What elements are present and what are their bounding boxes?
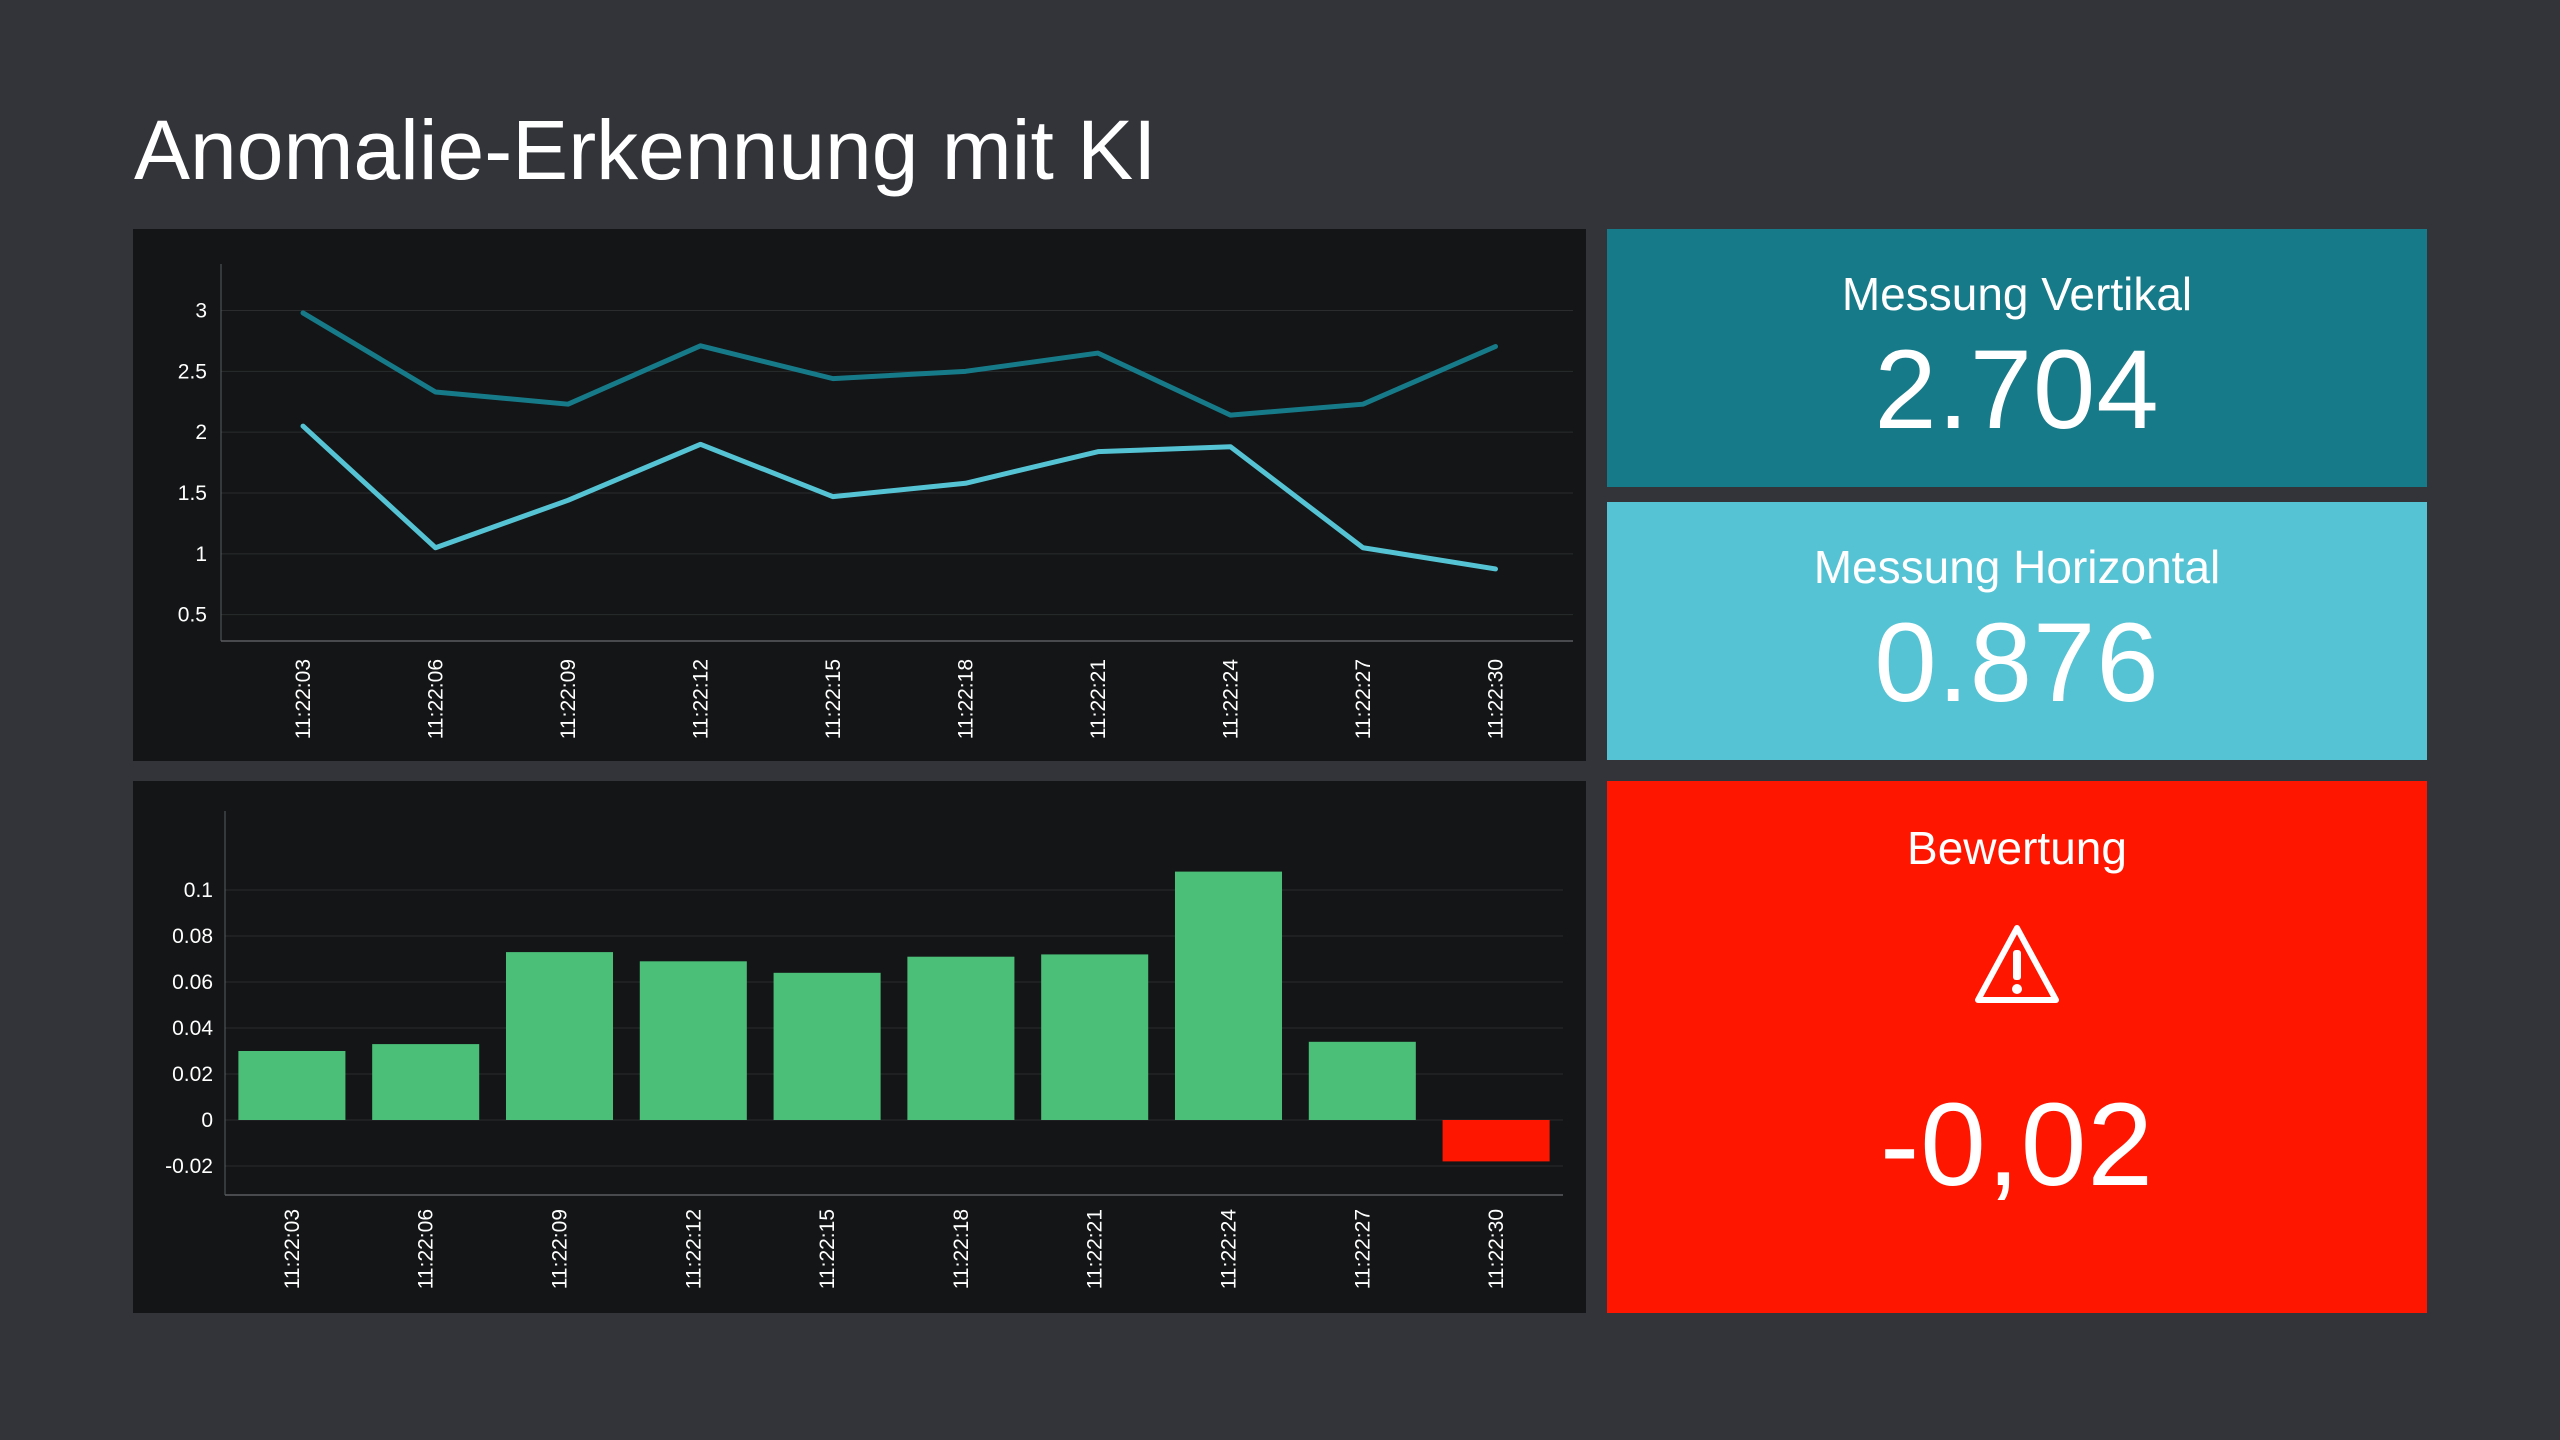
x-tick-label: 11:22:03 — [292, 659, 315, 739]
y-tick-label: -0.02 — [165, 1155, 213, 1178]
x-tick-label: 11:22:15 — [822, 659, 845, 739]
y-tick-label: 0.04 — [172, 1017, 213, 1040]
y-tick-label: 0.06 — [172, 971, 213, 994]
line-chart-panel: 0.5 1 1.5 2 2.5 3 11:22:03 11:22:06 11:22:09 11:2… — [133, 229, 1586, 761]
tile-vertical-measurement: Messung Vertikal 2.704 — [1607, 229, 2427, 487]
x-tick-label: 11:22:27 — [1352, 659, 1375, 739]
bar — [1041, 954, 1149, 1120]
bar — [639, 961, 747, 1120]
warning-icon — [1975, 924, 2059, 1003]
bar-chart-panel: -0.02 0 0.02 0.04 0.06 0.08 0.1 11:22:03 11:22:0… — [133, 781, 1586, 1313]
x-tick-label: 11:22:21 — [1087, 659, 1110, 739]
x-tick-label: 11:22:27 — [1351, 1209, 1374, 1289]
tile-horizontal-value: 0.876 — [1874, 599, 2160, 725]
tile-horizontal-label: Messung Horizontal — [1813, 541, 2221, 593]
line-chart: 0.5 1 1.5 2 2.5 3 11:22:03 11:22:06 11:22:09 11:2… — [178, 264, 1573, 740]
x-tick-label: 11:22:06 — [415, 1209, 438, 1289]
tile-rating-label: Bewertung — [1907, 822, 2127, 874]
x-tick-label: 11:22:30 — [1485, 1209, 1508, 1289]
y-tick-label: 1 — [195, 543, 207, 566]
x-tick-label: 11:22:12 — [682, 1209, 705, 1289]
tile-horizontal-measurement: Messung Horizontal 0.876 — [1607, 502, 2427, 760]
x-tick-label: 11:22:30 — [1485, 659, 1508, 739]
tile-vertical-label: Messung Vertikal — [1841, 268, 2193, 320]
x-tick-label: 11:22:09 — [549, 1209, 572, 1289]
bar — [773, 972, 881, 1120]
y-tick-label: 0.08 — [172, 925, 213, 948]
x-tick-label: 11:22:18 — [955, 659, 978, 739]
x-tick-label: 11:22:15 — [816, 1209, 839, 1289]
bar — [505, 952, 614, 1120]
bar — [372, 1044, 480, 1120]
x-tick-label: 11:22:03 — [281, 1209, 304, 1289]
series-line-1 — [300, 310, 1498, 418]
x-tick-label: 11:22:24 — [1218, 1209, 1241, 1290]
bar — [1442, 1120, 1550, 1162]
bar-chart: -0.02 0 0.02 0.04 0.06 0.08 0.1 11:22:03 11:22:0… — [165, 811, 1563, 1290]
x-tick-label: 11:22:21 — [1084, 1209, 1107, 1289]
bar — [1174, 871, 1283, 1120]
bar — [1308, 1041, 1416, 1120]
x-tick-label: 11:22:12 — [690, 659, 713, 739]
x-tick-label: 11:22:18 — [950, 1209, 973, 1289]
series-line-2 — [300, 423, 1498, 572]
bar — [238, 1051, 346, 1120]
y-tick-label: 0.1 — [184, 879, 213, 902]
x-tick-label: 11:22:09 — [557, 659, 580, 739]
tile-vertical-value: 2.704 — [1874, 326, 2160, 452]
bar — [907, 956, 1015, 1120]
tile-rating-value: -0,02 — [1880, 1078, 2154, 1211]
x-tick-label: 11:22:24 — [1220, 659, 1243, 740]
y-tick-label: 2 — [195, 421, 207, 444]
x-tick-label: 11:22:06 — [425, 659, 448, 739]
tile-rating: Bewertung -0,02 — [1607, 781, 2427, 1313]
page-title: Anomalie-Erkennung mit KI — [134, 103, 1157, 197]
y-tick-label: 1.5 — [178, 482, 207, 505]
y-tick-label: 0.02 — [172, 1063, 213, 1086]
y-tick-label: 2.5 — [178, 360, 207, 383]
y-tick-label: 3 — [195, 300, 207, 323]
y-tick-label: 0 — [201, 1109, 213, 1132]
y-tick-label: 0.5 — [178, 604, 207, 627]
